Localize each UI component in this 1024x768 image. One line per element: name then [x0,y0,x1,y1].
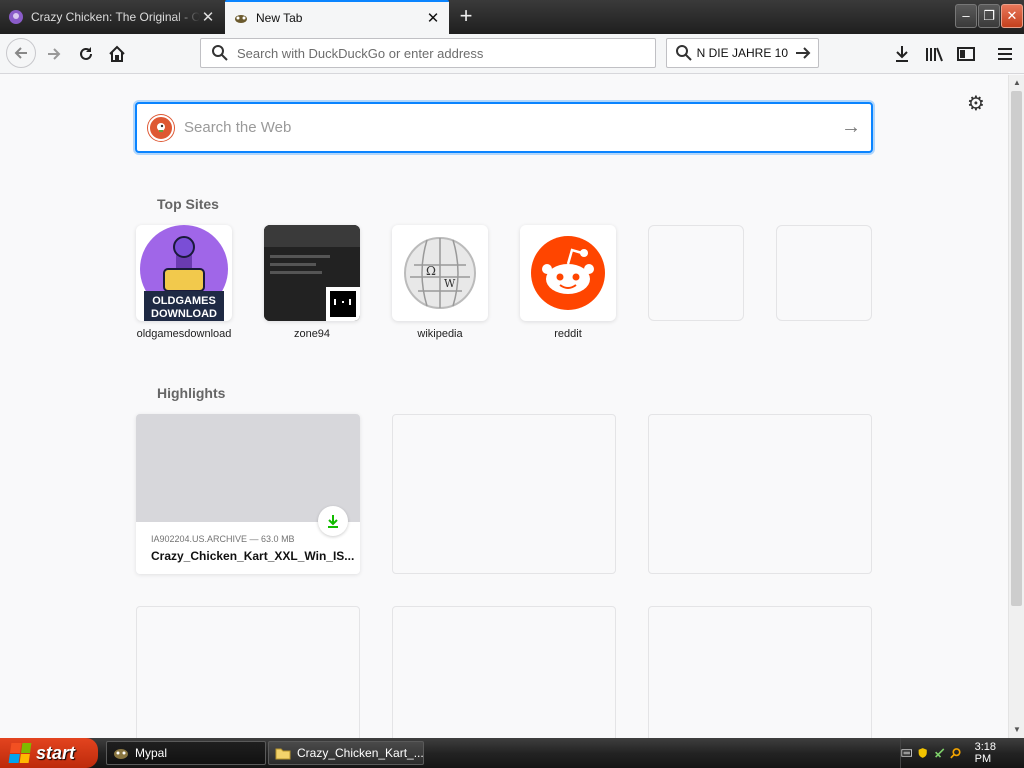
tab-close-icon[interactable]: ✕ [425,9,441,27]
highlight-empty-card [136,606,360,738]
tab-title: New Tab [256,11,303,25]
search-icon [212,45,228,61]
windows-taskbar: start Mypal Crazy_Chicken_Kart_... 3:18 … [0,738,1024,768]
download-arrow-icon [318,506,348,536]
search-bar-value: N DIE JAHRE 10 [696,46,788,60]
new-tab-page: ⚙ Search the Web → Top Sites OLDGAMES DO… [0,75,1008,738]
top-site-label: wikipedia [417,328,463,340]
top-site-oldgamesdownload[interactable]: OLDGAMES DOWNLOAD oldgamesdownload [136,225,232,340]
web-search-box[interactable]: Search the Web → [135,102,873,153]
top-site-label: reddit [554,328,582,340]
scroll-up-arrow-icon[interactable]: ▲ [1010,76,1024,90]
vertical-scrollbar[interactable]: ▲ ▼ [1008,75,1024,738]
address-bar[interactable]: Search with DuckDuckGo or enter address [200,38,656,68]
highlight-empty-card [392,606,616,738]
top-sites-heading: Top Sites [157,196,219,212]
wikipedia-globe-icon: Ω W [392,225,488,321]
hamburger-menu-icon[interactable] [991,40,1019,68]
empty-tile [776,225,872,321]
start-button[interactable]: start [0,738,98,768]
svg-text:Ω: Ω [426,264,436,278]
top-site-empty-slot[interactable] [648,225,744,321]
oldgamesdownload-logo-icon: OLDGAMES DOWNLOAD [136,225,232,321]
top-site-wikipedia[interactable]: Ω W wikipedia [392,225,488,340]
mypal-app-icon [114,749,128,759]
highlight-preview [136,414,360,536]
svg-text:DOWNLOAD: DOWNLOAD [151,308,217,320]
taskbar-item-label: Mypal [135,746,168,760]
keyboard-icon[interactable] [901,747,912,759]
search-submit-arrow-icon[interactable]: → [831,116,871,139]
windows-flag-icon [8,743,32,763]
empty-tile [648,225,744,321]
search-icon [676,45,692,61]
highlight-empty-card [648,414,872,574]
highlight-title: Crazy_Chicken_Kart_XXL_Win_IS... [151,549,355,563]
search-tray-icon[interactable] [950,746,961,760]
downloads-icon[interactable] [888,40,916,68]
sidebar-toggle-icon[interactable] [952,40,980,68]
taskbar-item-mypal[interactable]: Mypal [106,741,266,765]
mypal-favicon-icon [235,15,247,23]
scroll-down-arrow-icon[interactable]: ▼ [1010,723,1024,737]
svg-text:W: W [444,277,456,290]
settings-gear-icon[interactable]: ⚙ [965,93,987,115]
top-site-label: oldgamesdownload [136,328,232,340]
top-site-zone94[interactable]: zone94 [264,225,360,340]
minimize-button[interactable]: – [955,4,977,28]
navigation-toolbar: Search with DuckDuckGo or enter address … [0,34,1024,74]
reddit-alien-icon [520,225,616,321]
top-site-reddit[interactable]: reddit [520,225,616,340]
library-icon[interactable] [920,40,948,68]
highlight-card-download[interactable]: IA902204.US.ARCHIVE — 63.0 MB Crazy_Chic… [136,414,360,574]
folder-icon [275,748,291,760]
reload-icon[interactable] [72,40,100,68]
search-bar[interactable]: N DIE JAHRE 10 [666,38,819,68]
restore-button[interactable]: ❐ [978,4,1000,28]
taskbar-item-label: Crazy_Chicken_Kart_... [297,746,423,760]
address-placeholder: Search with DuckDuckGo or enter address [237,45,484,61]
tab-new-tab[interactable]: New Tab ✕ [225,0,449,34]
search-go-arrow-icon[interactable] [794,44,812,62]
web-search-placeholder: Search the Web [184,119,292,136]
system-tray: 3:18 PM [900,738,1024,768]
start-label: start [36,742,76,763]
tab-title: Crazy Chicken: The Original - Old [31,10,200,24]
home-icon[interactable] [103,40,131,68]
duckduckgo-logo-icon [148,114,174,141]
scrollbar-thumb[interactable] [1011,91,1022,606]
top-site-label: zone94 [293,328,331,340]
tab-close-icon[interactable]: ✕ [200,8,216,26]
highlight-empty-card [392,414,616,574]
crazy-chicken-favicon-icon [9,10,23,24]
new-tab-plus-icon[interactable]: + [454,5,478,29]
close-window-button[interactable]: ✕ [1001,4,1023,28]
top-site-empty-slot[interactable] [776,225,872,321]
highlight-empty-card [648,606,872,738]
svg-text:OLDGAMES: OLDGAMES [152,295,216,307]
zone94-thumbnail-icon [264,225,360,321]
network-icon[interactable] [934,746,945,760]
tab-strip: Crazy Chicken: The Original - Old ✕ New … [0,0,1024,34]
clock: 3:18 PM [974,741,997,765]
security-shield-icon[interactable] [917,746,928,760]
taskbar-item-folder[interactable]: Crazy_Chicken_Kart_... [268,741,424,765]
back-arrow-icon[interactable] [6,38,36,68]
forward-arrow-icon[interactable] [40,40,68,68]
tab-crazy-chicken[interactable]: Crazy Chicken: The Original - Old ✕ [0,0,224,34]
highlights-heading: Highlights [157,385,226,401]
